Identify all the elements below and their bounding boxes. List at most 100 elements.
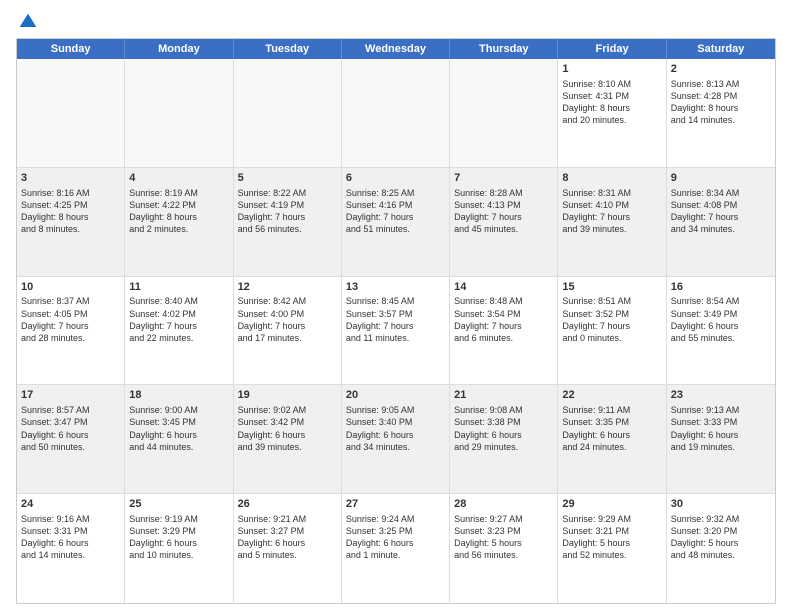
- calendar-row: 3Sunrise: 8:16 AM Sunset: 4:25 PM Daylig…: [17, 168, 775, 277]
- day-info: Sunrise: 8:57 AM Sunset: 3:47 PM Dayligh…: [21, 404, 120, 453]
- day-info: Sunrise: 9:16 AM Sunset: 3:31 PM Dayligh…: [21, 513, 120, 562]
- day-number: 16: [671, 280, 771, 295]
- day-number: 25: [129, 497, 228, 512]
- calendar-cell: 6Sunrise: 8:25 AM Sunset: 4:16 PM Daylig…: [342, 168, 450, 276]
- calendar-row: 1Sunrise: 8:10 AM Sunset: 4:31 PM Daylig…: [17, 59, 775, 168]
- day-info: Sunrise: 8:34 AM Sunset: 4:08 PM Dayligh…: [671, 187, 771, 236]
- day-number: 22: [562, 388, 661, 403]
- day-number: 5: [238, 171, 337, 186]
- header-day-wednesday: Wednesday: [342, 39, 450, 59]
- day-number: 17: [21, 388, 120, 403]
- day-info: Sunrise: 9:05 AM Sunset: 3:40 PM Dayligh…: [346, 404, 445, 453]
- calendar-cell: 20Sunrise: 9:05 AM Sunset: 3:40 PM Dayli…: [342, 385, 450, 493]
- calendar-cell: 7Sunrise: 8:28 AM Sunset: 4:13 PM Daylig…: [450, 168, 558, 276]
- calendar-cell: 28Sunrise: 9:27 AM Sunset: 3:23 PM Dayli…: [450, 494, 558, 603]
- calendar-cell: 12Sunrise: 8:42 AM Sunset: 4:00 PM Dayli…: [234, 277, 342, 385]
- calendar-cell: 16Sunrise: 8:54 AM Sunset: 3:49 PM Dayli…: [667, 277, 775, 385]
- day-info: Sunrise: 9:29 AM Sunset: 3:21 PM Dayligh…: [562, 513, 661, 562]
- day-info: Sunrise: 8:51 AM Sunset: 3:52 PM Dayligh…: [562, 295, 661, 344]
- header-day-friday: Friday: [558, 39, 666, 59]
- header-day-tuesday: Tuesday: [234, 39, 342, 59]
- day-info: Sunrise: 8:16 AM Sunset: 4:25 PM Dayligh…: [21, 187, 120, 236]
- day-number: 4: [129, 171, 228, 186]
- calendar-row: 17Sunrise: 8:57 AM Sunset: 3:47 PM Dayli…: [17, 385, 775, 494]
- day-info: Sunrise: 8:48 AM Sunset: 3:54 PM Dayligh…: [454, 295, 553, 344]
- day-number: 18: [129, 388, 228, 403]
- day-number: 26: [238, 497, 337, 512]
- day-number: 12: [238, 280, 337, 295]
- day-info: Sunrise: 8:40 AM Sunset: 4:02 PM Dayligh…: [129, 295, 228, 344]
- header-day-saturday: Saturday: [667, 39, 775, 59]
- calendar-cell: 22Sunrise: 9:11 AM Sunset: 3:35 PM Dayli…: [558, 385, 666, 493]
- day-number: 20: [346, 388, 445, 403]
- header-day-sunday: Sunday: [17, 39, 125, 59]
- header-day-thursday: Thursday: [450, 39, 558, 59]
- calendar-cell: 4Sunrise: 8:19 AM Sunset: 4:22 PM Daylig…: [125, 168, 233, 276]
- calendar-cell: 19Sunrise: 9:02 AM Sunset: 3:42 PM Dayli…: [234, 385, 342, 493]
- calendar-cell: 18Sunrise: 9:00 AM Sunset: 3:45 PM Dayli…: [125, 385, 233, 493]
- day-number: 8: [562, 171, 661, 186]
- calendar-body: 1Sunrise: 8:10 AM Sunset: 4:31 PM Daylig…: [17, 59, 775, 603]
- day-number: 10: [21, 280, 120, 295]
- calendar-cell: 9Sunrise: 8:34 AM Sunset: 4:08 PM Daylig…: [667, 168, 775, 276]
- day-number: 29: [562, 497, 661, 512]
- calendar-cell: 11Sunrise: 8:40 AM Sunset: 4:02 PM Dayli…: [125, 277, 233, 385]
- calendar-cell: 1Sunrise: 8:10 AM Sunset: 4:31 PM Daylig…: [558, 59, 666, 167]
- calendar-cell: 30Sunrise: 9:32 AM Sunset: 3:20 PM Dayli…: [667, 494, 775, 603]
- calendar-cell: 2Sunrise: 8:13 AM Sunset: 4:28 PM Daylig…: [667, 59, 775, 167]
- day-number: 14: [454, 280, 553, 295]
- day-info: Sunrise: 9:27 AM Sunset: 3:23 PM Dayligh…: [454, 513, 553, 562]
- day-number: 3: [21, 171, 120, 186]
- day-number: 28: [454, 497, 553, 512]
- calendar-cell: 17Sunrise: 8:57 AM Sunset: 3:47 PM Dayli…: [17, 385, 125, 493]
- day-number: 13: [346, 280, 445, 295]
- day-info: Sunrise: 8:37 AM Sunset: 4:05 PM Dayligh…: [21, 295, 120, 344]
- calendar: SundayMondayTuesdayWednesdayThursdayFrid…: [16, 38, 776, 604]
- day-number: 1: [562, 62, 661, 77]
- calendar-cell: 15Sunrise: 8:51 AM Sunset: 3:52 PM Dayli…: [558, 277, 666, 385]
- day-info: Sunrise: 9:08 AM Sunset: 3:38 PM Dayligh…: [454, 404, 553, 453]
- calendar-cell: [125, 59, 233, 167]
- day-info: Sunrise: 9:02 AM Sunset: 3:42 PM Dayligh…: [238, 404, 337, 453]
- calendar-cell: 8Sunrise: 8:31 AM Sunset: 4:10 PM Daylig…: [558, 168, 666, 276]
- day-info: Sunrise: 8:19 AM Sunset: 4:22 PM Dayligh…: [129, 187, 228, 236]
- calendar-cell: 10Sunrise: 8:37 AM Sunset: 4:05 PM Dayli…: [17, 277, 125, 385]
- day-info: Sunrise: 8:54 AM Sunset: 3:49 PM Dayligh…: [671, 295, 771, 344]
- day-number: 30: [671, 497, 771, 512]
- calendar-row: 10Sunrise: 8:37 AM Sunset: 4:05 PM Dayli…: [17, 277, 775, 386]
- day-info: Sunrise: 8:31 AM Sunset: 4:10 PM Dayligh…: [562, 187, 661, 236]
- day-info: Sunrise: 8:25 AM Sunset: 4:16 PM Dayligh…: [346, 187, 445, 236]
- header: [16, 12, 776, 32]
- day-info: Sunrise: 9:13 AM Sunset: 3:33 PM Dayligh…: [671, 404, 771, 453]
- day-info: Sunrise: 8:10 AM Sunset: 4:31 PM Dayligh…: [562, 78, 661, 127]
- header-day-monday: Monday: [125, 39, 233, 59]
- day-info: Sunrise: 8:42 AM Sunset: 4:00 PM Dayligh…: [238, 295, 337, 344]
- day-number: 21: [454, 388, 553, 403]
- day-info: Sunrise: 9:24 AM Sunset: 3:25 PM Dayligh…: [346, 513, 445, 562]
- calendar-cell: 29Sunrise: 9:29 AM Sunset: 3:21 PM Dayli…: [558, 494, 666, 603]
- calendar-cell: [234, 59, 342, 167]
- day-number: 27: [346, 497, 445, 512]
- calendar-cell: 26Sunrise: 9:21 AM Sunset: 3:27 PM Dayli…: [234, 494, 342, 603]
- day-info: Sunrise: 8:22 AM Sunset: 4:19 PM Dayligh…: [238, 187, 337, 236]
- calendar-cell: [17, 59, 125, 167]
- day-info: Sunrise: 8:28 AM Sunset: 4:13 PM Dayligh…: [454, 187, 553, 236]
- calendar-cell: 5Sunrise: 8:22 AM Sunset: 4:19 PM Daylig…: [234, 168, 342, 276]
- calendar-cell: 21Sunrise: 9:08 AM Sunset: 3:38 PM Dayli…: [450, 385, 558, 493]
- day-number: 7: [454, 171, 553, 186]
- logo-icon: [18, 12, 38, 32]
- calendar-cell: 23Sunrise: 9:13 AM Sunset: 3:33 PM Dayli…: [667, 385, 775, 493]
- calendar-cell: 13Sunrise: 8:45 AM Sunset: 3:57 PM Dayli…: [342, 277, 450, 385]
- day-number: 6: [346, 171, 445, 186]
- calendar-cell: 24Sunrise: 9:16 AM Sunset: 3:31 PM Dayli…: [17, 494, 125, 603]
- day-number: 2: [671, 62, 771, 77]
- day-info: Sunrise: 9:19 AM Sunset: 3:29 PM Dayligh…: [129, 513, 228, 562]
- day-info: Sunrise: 9:00 AM Sunset: 3:45 PM Dayligh…: [129, 404, 228, 453]
- calendar-row: 24Sunrise: 9:16 AM Sunset: 3:31 PM Dayli…: [17, 494, 775, 603]
- calendar-cell: 3Sunrise: 8:16 AM Sunset: 4:25 PM Daylig…: [17, 168, 125, 276]
- calendar-cell: 25Sunrise: 9:19 AM Sunset: 3:29 PM Dayli…: [125, 494, 233, 603]
- calendar-cell: [450, 59, 558, 167]
- calendar-cell: [342, 59, 450, 167]
- day-number: 11: [129, 280, 228, 295]
- day-number: 23: [671, 388, 771, 403]
